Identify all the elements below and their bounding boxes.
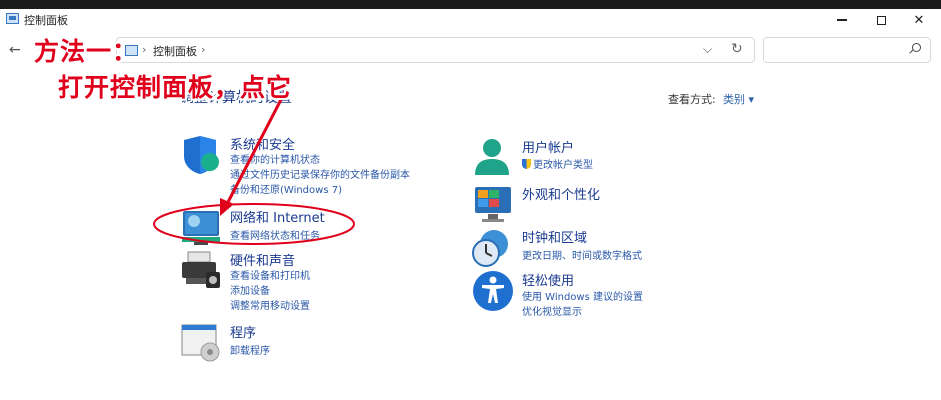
annotation-instruction: 打开控制面板，点它: [58, 73, 293, 102]
category-link[interactable]: 添加设备: [230, 282, 270, 297]
clock-globe-icon: [472, 230, 508, 267]
category-link[interactable]: 查看你的计算机状态: [230, 151, 320, 166]
top-edge-bar: [0, 0, 941, 9]
category-title[interactable]: 外观和个性化: [522, 184, 600, 203]
category-link-text[interactable]: 更改帐户类型: [533, 160, 593, 171]
category-link[interactable]: 卸载程序: [230, 342, 270, 357]
category-link[interactable]: 更改帐户类型: [522, 156, 593, 171]
chevron-down-icon[interactable]: ⌵: [703, 42, 712, 57]
shield-icon: [184, 136, 219, 174]
category-link[interactable]: 通过文件历史记录保存你的文件备份副本: [230, 166, 410, 181]
window-title: 控制面板: [24, 14, 68, 27]
annotation-title: 方法一：: [34, 37, 139, 66]
back-arrow-icon[interactable]: ←: [9, 42, 21, 58]
view-by-dropdown[interactable]: 类别 ▾: [723, 91, 754, 107]
view-by-label: 查看方式:: [668, 93, 716, 106]
control-panel-icon: [6, 13, 19, 24]
category-link[interactable]: 调整常用移动设置: [230, 297, 310, 312]
programs-icon: [181, 324, 220, 362]
address-row: ← → › 控制面板 › ⌵ ↻: [0, 33, 941, 67]
accessibility-icon: [473, 271, 513, 311]
search-icon[interactable]: [912, 43, 921, 52]
close-button[interactable]: ✕: [899, 9, 939, 31]
close-icon: ✕: [913, 12, 925, 28]
title-bar: 控制面板 ✕: [0, 9, 941, 31]
category-title[interactable]: 程序: [230, 322, 256, 341]
category-link[interactable]: 备份和还原(Windows 7): [230, 181, 342, 196]
breadcrumb-separator[interactable]: ›: [201, 43, 205, 56]
minimize-button[interactable]: [822, 9, 862, 31]
category-link[interactable]: 优化视觉显示: [522, 303, 582, 318]
maximize-button[interactable]: [861, 9, 901, 31]
category-link[interactable]: 更改日期、时间或数字格式: [522, 247, 642, 262]
category-link[interactable]: 查看设备和打印机: [230, 267, 310, 282]
uac-shield-icon: [522, 159, 531, 169]
user-icon: [475, 139, 509, 175]
maximize-icon: [876, 15, 886, 25]
refresh-icon[interactable]: ↻: [731, 41, 743, 57]
appearance-icon: [475, 187, 511, 222]
breadcrumb-separator[interactable]: ›: [142, 43, 146, 56]
search-box[interactable]: [763, 37, 931, 63]
category-title[interactable]: 时钟和区域: [522, 227, 587, 246]
category-title[interactable]: 轻松使用: [522, 270, 574, 289]
printer-icon: [182, 251, 220, 288]
category-link[interactable]: 使用 Windows 建议的设置: [522, 288, 643, 303]
search-input[interactable]: [770, 41, 900, 59]
network-monitor-icon: [182, 211, 220, 245]
category-title[interactable]: 用户帐户: [522, 137, 574, 156]
category-link[interactable]: 查看网络状态和任务: [230, 227, 320, 242]
address-bar[interactable]: › 控制面板 › ⌵ ↻: [116, 37, 755, 63]
breadcrumb-control-panel[interactable]: 控制面板: [153, 43, 197, 59]
category-title[interactable]: 网络和 Internet: [230, 207, 325, 226]
minimize-icon: [837, 19, 847, 21]
